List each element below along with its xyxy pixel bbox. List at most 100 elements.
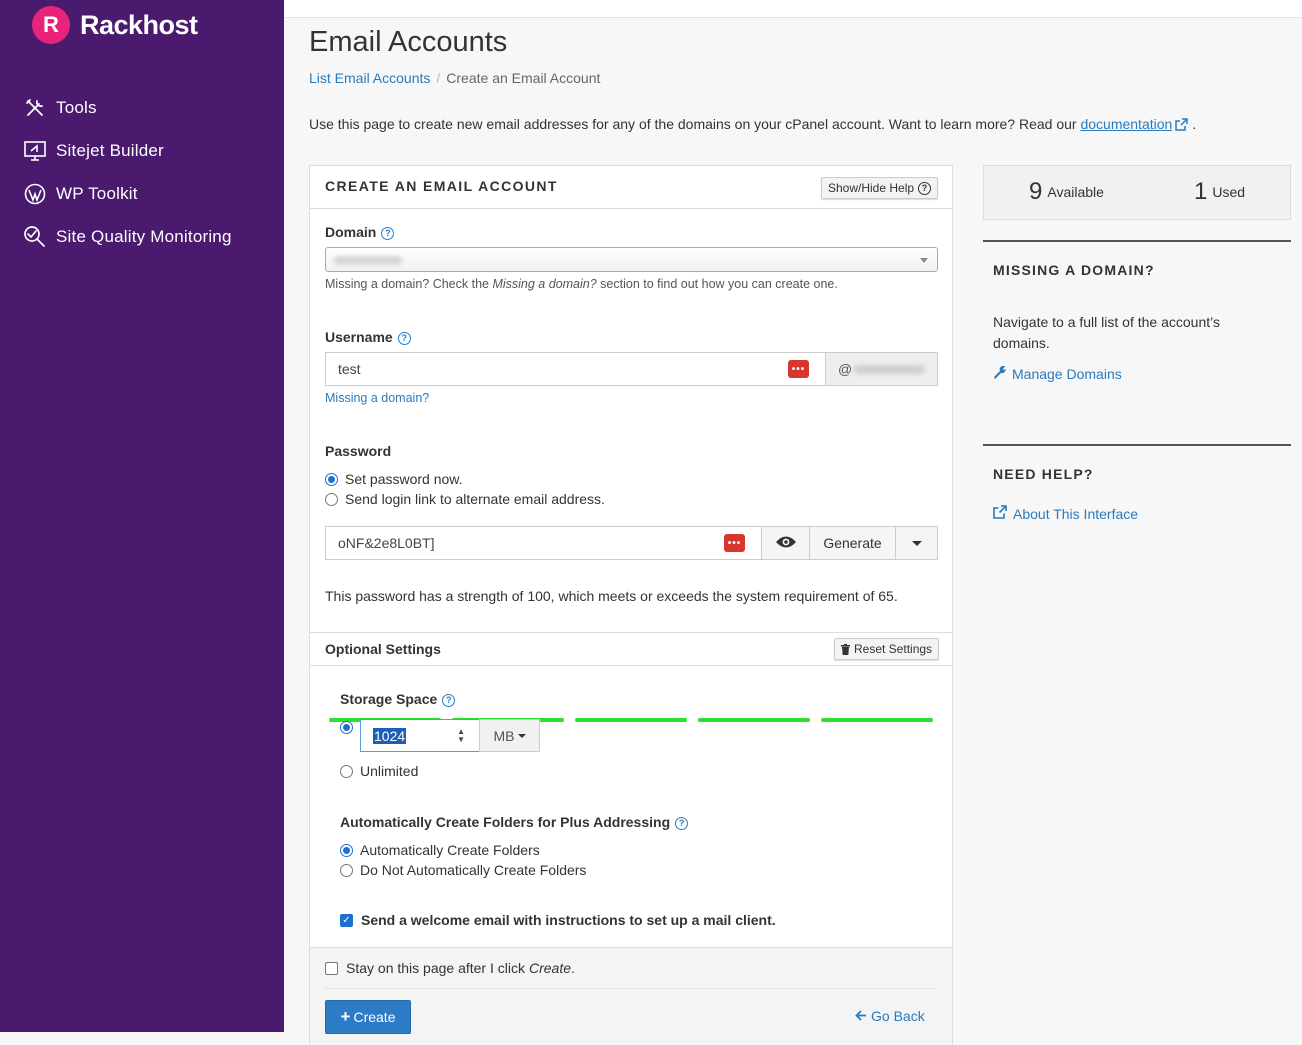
form-title: CREATE AN EMAIL ACCOUNT — [325, 178, 558, 194]
toggle-password-visibility-button[interactable] — [761, 526, 810, 560]
breadcrumb-separator: / — [436, 70, 441, 86]
checkbox-unchecked[interactable] — [325, 961, 338, 975]
radio-checked[interactable] — [325, 472, 338, 486]
chevron-down-icon — [920, 258, 928, 263]
reset-settings-button[interactable]: Reset Settings — [834, 638, 940, 660]
need-help-panel: NEED HELP? About This Interface — [983, 444, 1291, 564]
strength-segment — [575, 718, 687, 722]
radio-checked[interactable] — [340, 721, 353, 734]
optional-settings-header: Optional Settings Reset Settings — [310, 632, 952, 666]
plus-auto-label: Automatically Create Folders — [360, 842, 540, 858]
top-bar — [284, 0, 1302, 18]
plus-auto-option[interactable]: Automatically Create Folders — [340, 842, 540, 858]
used-count: 1 — [1194, 178, 1208, 205]
documentation-link[interactable]: documentation — [1080, 116, 1172, 132]
storage-space-label-text: Storage Space — [340, 691, 438, 707]
password-option-link-label: Send login link to alternate email addre… — [345, 491, 605, 507]
available-stat: 9 Available — [1029, 178, 1104, 206]
strength-segment — [821, 718, 933, 722]
storage-quota-input[interactable]: 1024 ▲ ▼ — [360, 719, 480, 752]
sidebar-item-label: Sitejet Builder — [56, 140, 164, 160]
about-interface-link[interactable]: About This Interface — [993, 504, 1273, 525]
password-manager-icon[interactable]: ••• — [724, 534, 745, 552]
wordpress-icon — [22, 181, 48, 207]
domain-select[interactable] — [325, 247, 938, 272]
sidebar-item-label: WP Toolkit — [56, 183, 138, 203]
sidebar-item-label: Site Quality Monitoring — [56, 226, 232, 246]
checkbox-checked[interactable]: ✓ — [340, 913, 353, 927]
password-input[interactable]: oNF&2e8L0BT] — [325, 526, 762, 560]
domain-hint: Missing a domain? Check the Missing a do… — [325, 277, 838, 291]
show-hide-help-button[interactable]: Show/Hide Help ? — [821, 177, 939, 199]
password-option-link[interactable]: Send login link to alternate email addre… — [325, 491, 605, 507]
storage-unit-dropdown[interactable]: MB — [479, 719, 540, 752]
storage-help-icon[interactable]: ? — [442, 693, 456, 707]
radio-unchecked[interactable] — [340, 863, 353, 877]
storage-unlimited-label: Unlimited — [360, 763, 419, 779]
optional-settings-title: Optional Settings — [325, 641, 441, 657]
missing-domain-link[interactable]: Missing a domain? — [325, 391, 429, 405]
domain-suffix-redacted — [854, 364, 925, 374]
caret-down-icon — [911, 540, 922, 546]
generate-options-dropdown[interactable] — [895, 526, 938, 560]
plus-no-option[interactable]: Do Not Automatically Create Folders — [340, 862, 586, 878]
used-label: Used — [1212, 184, 1246, 200]
plus-no-label: Do Not Automatically Create Folders — [360, 862, 587, 878]
radio-checked[interactable] — [340, 843, 353, 857]
intro-text: Use this page to create new email addres… — [309, 116, 1196, 132]
password-manager-icon[interactable]: ••• — [788, 360, 809, 378]
go-back-link[interactable]: Go Back — [855, 1008, 925, 1024]
caret-down-icon — [517, 733, 526, 738]
plus-addressing-label-text: Automatically Create Folders for Plus Ad… — [340, 814, 671, 830]
storage-limited-option[interactable] — [340, 721, 360, 734]
username-label-text: Username — [325, 329, 393, 345]
breadcrumb-list-email-accounts[interactable]: List Email Accounts — [309, 70, 430, 86]
username-help-icon[interactable]: ? — [397, 331, 411, 345]
sidebar-nav: Tools Sitejet Builder WP Toolkit Site Qu… — [22, 86, 282, 258]
domain-help-icon[interactable]: ? — [381, 226, 395, 240]
sidebar-item-site-quality-monitoring[interactable]: Site Quality Monitoring — [22, 215, 282, 258]
generate-password-button[interactable]: Generate — [809, 526, 896, 560]
stay-on-page-option[interactable]: Stay on this page after I click Create. — [325, 960, 575, 976]
footer-divider — [325, 988, 937, 989]
magnifier-icon — [22, 224, 48, 250]
username-label: Username? — [325, 329, 411, 345]
breadcrumb-current: Create an Email Account — [446, 70, 601, 86]
wrench-icon — [993, 364, 1007, 385]
go-back-label: Go Back — [871, 1008, 925, 1024]
plus-addressing-help-icon[interactable]: ? — [675, 816, 689, 830]
password-value: oNF&2e8L0BT] — [338, 535, 435, 551]
welcome-email-option[interactable]: ✓ Send a welcome email with instructions… — [340, 912, 776, 928]
missing-domain-text: Navigate to a full list of the account’s… — [993, 314, 1220, 351]
sidebar-item-wp-toolkit[interactable]: WP Toolkit — [22, 172, 282, 215]
username-input[interactable]: test — [325, 352, 826, 386]
manage-domains-link[interactable]: Manage Domains — [993, 364, 1273, 385]
radio-unchecked[interactable] — [325, 492, 338, 506]
username-value: test — [338, 361, 361, 377]
external-link-icon — [993, 504, 1007, 525]
stay-on-page-suffix: . — [571, 960, 575, 976]
brand-logo[interactable]: R Rackhost — [32, 6, 198, 44]
eye-icon — [775, 535, 797, 552]
available-label: Available — [1047, 184, 1104, 200]
domain-hint-prefix: Missing a domain? Check the — [325, 277, 489, 291]
strength-segment — [698, 718, 810, 722]
storage-unlimited-option[interactable]: Unlimited — [340, 763, 418, 779]
username-hint: Missing a domain? — [325, 391, 429, 405]
form-header: CREATE AN EMAIL ACCOUNT Show/Hide Help ? — [310, 166, 952, 209]
password-label: Password — [325, 443, 392, 459]
stay-on-page-em: Create — [528, 960, 572, 976]
welcome-email-label: Send a welcome email with instructions t… — [361, 912, 776, 928]
storage-unit-label: MB — [493, 727, 515, 744]
spinner-icon[interactable]: ▲ ▼ — [457, 728, 465, 744]
trash-icon — [841, 643, 850, 655]
external-link-icon — [1175, 118, 1189, 131]
create-button[interactable]: + Create — [325, 1000, 411, 1034]
tools-icon — [22, 95, 48, 121]
question-circle-icon: ? — [918, 181, 932, 195]
sidebar-item-sitejet-builder[interactable]: Sitejet Builder — [22, 129, 282, 172]
password-option-now[interactable]: Set password now. — [325, 471, 463, 487]
radio-unchecked[interactable] — [340, 764, 353, 778]
sidebar-item-tools[interactable]: Tools — [22, 86, 282, 129]
available-count: 9 — [1029, 178, 1043, 205]
